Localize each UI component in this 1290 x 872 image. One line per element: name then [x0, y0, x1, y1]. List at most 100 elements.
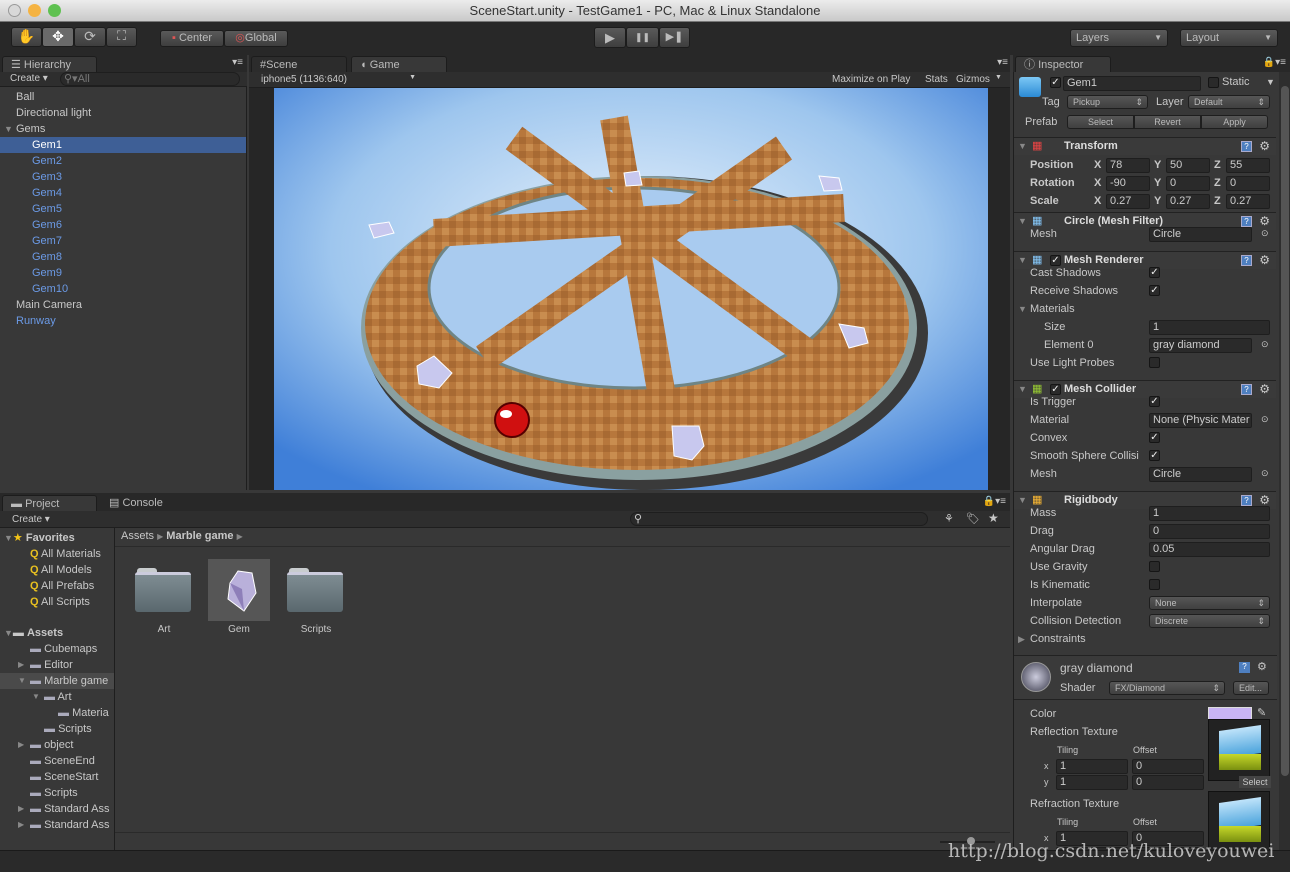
- project-folder-item[interactable]: ▬ Materia: [0, 705, 114, 721]
- hierarchy-item[interactable]: Gem4: [0, 185, 246, 201]
- static-dropdown-icon[interactable]: ▼: [1266, 77, 1275, 87]
- object-picker-icon[interactable]: ⊙: [1261, 228, 1269, 239]
- gear-icon[interactable]: ⚙: [1259, 493, 1270, 507]
- step-button[interactable]: ▶❚: [659, 27, 690, 48]
- layer-dropdown[interactable]: Default ⇕: [1188, 95, 1270, 109]
- project-search-input[interactable]: ⚲: [630, 512, 928, 526]
- use-gravity-checkbox[interactable]: [1149, 561, 1160, 572]
- is-kinematic-checkbox[interactable]: [1149, 579, 1160, 590]
- collapse-arrow-icon[interactable]: ▼: [1018, 495, 1027, 505]
- zoom-button[interactable]: [48, 4, 61, 17]
- gear-icon[interactable]: ⚙: [1259, 214, 1270, 228]
- help-icon[interactable]: ?: [1241, 216, 1252, 227]
- stats-toggle[interactable]: Stats: [925, 74, 948, 85]
- hierarchy-item[interactable]: Ball: [0, 89, 246, 105]
- move-tool-button[interactable]: ✥: [42, 27, 74, 47]
- hierarchy-item[interactable]: Gem8: [0, 249, 246, 265]
- project-folder-item[interactable]: ▶ ▬ Editor: [0, 657, 114, 673]
- object-picker-icon[interactable]: ⊙: [1261, 339, 1269, 350]
- close-button[interactable]: [8, 4, 21, 17]
- breadcrumb-marble-game[interactable]: Marble game: [166, 530, 233, 542]
- hierarchy-item[interactable]: Directional light: [0, 105, 246, 121]
- filter-label-icon[interactable]: 🏷: [966, 512, 980, 525]
- transform-y-input[interactable]: 0: [1166, 176, 1210, 191]
- object-picker-icon[interactable]: ⊙: [1261, 468, 1269, 479]
- global-button[interactable]: ◎Global: [224, 30, 288, 47]
- project-folder-item[interactable]: ▬ Scripts: [0, 785, 114, 801]
- project-create-button[interactable]: Create ▾: [12, 514, 50, 525]
- hierarchy-search-input[interactable]: ⚲▾All: [60, 72, 240, 86]
- shader-dropdown[interactable]: FX/Diamond ⇕: [1109, 681, 1225, 695]
- favorite-item[interactable]: Q All Scripts: [30, 594, 90, 610]
- active-checkbox[interactable]: ✓: [1050, 77, 1061, 88]
- hierarchy-item[interactable]: ▼ Gems: [0, 121, 246, 137]
- tag-dropdown[interactable]: Pickup ⇕: [1067, 95, 1148, 109]
- rotate-tool-button[interactable]: ⟳: [74, 27, 106, 47]
- collapse-arrow-icon[interactable]: ▼: [1018, 216, 1027, 226]
- gear-icon[interactable]: ⚙: [1259, 139, 1270, 153]
- transform-x-input[interactable]: 78: [1106, 158, 1150, 173]
- help-icon[interactable]: ?: [1241, 384, 1252, 395]
- project-folder-item[interactable]: ▼ ▬ Art: [0, 689, 114, 705]
- edit-shader-button[interactable]: Edit...: [1233, 681, 1269, 695]
- component-header[interactable]: ▼ ▦ Transform? ⚙: [1014, 137, 1276, 155]
- favorite-item[interactable]: Q All Models: [30, 562, 92, 578]
- tiling-y-input[interactable]: 1: [1056, 775, 1128, 790]
- expand-arrow-icon[interactable]: ▼: [4, 121, 13, 137]
- dropdown-arrow-icon[interactable]: ▼: [995, 74, 1002, 81]
- project-folder-item[interactable]: ▬ Scripts: [0, 721, 114, 737]
- prefab-revert-button[interactable]: Revert: [1134, 115, 1201, 129]
- project-folder-item[interactable]: ▬ Cubemaps: [0, 641, 114, 657]
- maximize-on-play-toggle[interactable]: Maximize on Play: [832, 74, 910, 85]
- hand-tool-button[interactable]: ✋: [11, 27, 42, 47]
- favorite-star-icon[interactable]: ★: [988, 511, 999, 525]
- filter-type-icon[interactable]: ⚘: [944, 512, 954, 525]
- eyedropper-icon[interactable]: ✎: [1257, 706, 1266, 719]
- hierarchy-item[interactable]: Gem6: [0, 217, 246, 233]
- tab-game[interactable]: ◖ Game: [351, 56, 447, 73]
- expand-arrow-icon[interactable]: ▼: [18, 673, 26, 689]
- inspector-scrollbar[interactable]: [1279, 72, 1290, 850]
- hierarchy-item[interactable]: Gem5: [0, 201, 246, 217]
- project-folder-item[interactable]: ▬ SceneStart: [0, 769, 114, 785]
- expand-arrow-icon[interactable]: ▶: [18, 657, 24, 673]
- asset-prefab-gem[interactable]: Gem: [208, 559, 270, 635]
- element0-field[interactable]: gray diamond: [1149, 338, 1252, 353]
- favorite-item[interactable]: Q All Prefabs: [30, 578, 94, 594]
- expand-arrow-icon[interactable]: ▼: [32, 689, 40, 705]
- panel-menu-icon[interactable]: ▾≡: [232, 57, 243, 68]
- collapse-arrow-icon[interactable]: ▼: [1018, 384, 1027, 394]
- object-picker-icon[interactable]: ⊙: [1261, 414, 1269, 425]
- physic-material-field[interactable]: None (Physic Mater: [1149, 413, 1252, 428]
- hierarchy-item[interactable]: Gem1: [0, 137, 246, 153]
- transform-z-input[interactable]: 0.27: [1226, 194, 1270, 209]
- interpolate-dropdown[interactable]: None ⇕: [1149, 596, 1270, 610]
- gear-icon[interactable]: ⚙: [1259, 253, 1270, 267]
- project-folder-item[interactable]: ▶ ▬ Standard Ass: [0, 817, 114, 833]
- favorite-item[interactable]: Q All Materials: [30, 546, 101, 562]
- expand-arrow-icon[interactable]: ▶: [18, 817, 24, 833]
- hierarchy-item[interactable]: Main Camera: [0, 297, 246, 313]
- help-icon[interactable]: ?: [1239, 662, 1250, 673]
- drag-input[interactable]: 0: [1149, 524, 1270, 539]
- receive-shadows-checkbox[interactable]: ✓: [1149, 285, 1160, 296]
- transform-z-input[interactable]: 0: [1226, 176, 1270, 191]
- project-folder-item[interactable]: ▶ ▬ Standard Ass: [0, 801, 114, 817]
- enabled-checkbox[interactable]: ✓: [1050, 255, 1061, 266]
- expand-arrow-icon[interactable]: ▶: [18, 737, 24, 753]
- expand-arrow-icon[interactable]: ▶: [18, 801, 24, 817]
- asset-folder-art[interactable]: Art: [135, 568, 193, 658]
- play-button[interactable]: ▶: [594, 27, 626, 48]
- gear-icon[interactable]: ⚙: [1257, 660, 1267, 673]
- texture-select-button[interactable]: Select: [1239, 776, 1271, 788]
- gear-icon[interactable]: ⚙: [1259, 382, 1270, 396]
- collider-mesh-field[interactable]: Circle: [1149, 467, 1252, 482]
- angular-drag-input[interactable]: 0.05: [1149, 542, 1270, 557]
- help-icon[interactable]: ?: [1241, 255, 1252, 266]
- cast-shadows-checkbox[interactable]: ✓: [1149, 267, 1160, 278]
- pivot-center-button[interactable]: ▪ Center: [160, 30, 224, 47]
- lock-icon[interactable]: 🔒▾≡: [1263, 57, 1286, 68]
- mesh-field[interactable]: Circle: [1149, 227, 1252, 242]
- offset-x-input[interactable]: 0: [1132, 759, 1204, 774]
- tiling-x-input[interactable]: 1: [1056, 759, 1128, 774]
